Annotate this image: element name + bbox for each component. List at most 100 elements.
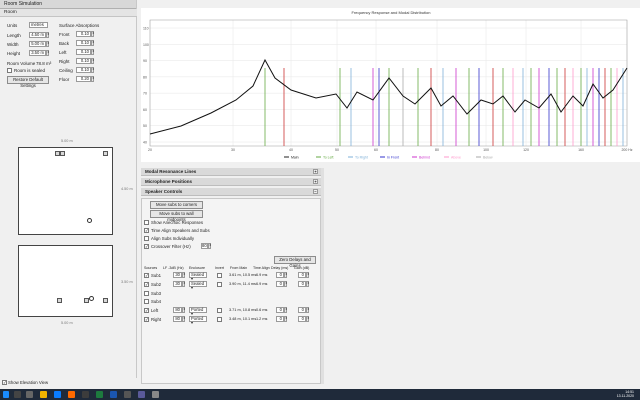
delay-stepper[interactable]: ⇕ — [284, 281, 288, 287]
lf-stepper[interactable]: ⇕ — [182, 316, 186, 322]
room-section-header[interactable]: Room — [0, 9, 137, 17]
file-explorer-icon[interactable] — [40, 391, 47, 398]
crossover-field[interactable]: 80 — [201, 243, 208, 249]
surface-stepper[interactable]: ⇕ — [91, 31, 95, 37]
sub-elev-1[interactable] — [57, 298, 62, 303]
lf-stepper[interactable]: ⇕ — [182, 272, 186, 278]
source-checkbox[interactable] — [144, 291, 149, 296]
invert-checkbox[interactable] — [217, 273, 222, 278]
invert-checkbox[interactable] — [217, 317, 222, 322]
lf-field[interactable]: 80 — [173, 307, 182, 313]
width-stepper[interactable]: ⇕ — [46, 41, 50, 47]
surface-stepper[interactable]: ⇕ — [91, 67, 95, 73]
anechoic-checkbox[interactable] — [144, 220, 149, 225]
room-elevation-view[interactable] — [18, 245, 113, 317]
surface-field-left[interactable]: 0.10 — [76, 49, 91, 55]
gain-stepper[interactable]: ⇕ — [306, 281, 310, 287]
invert-checkbox[interactable] — [217, 282, 222, 287]
source-checkbox[interactable] — [144, 282, 149, 287]
restore-defaults-button[interactable]: Restore Default Settings — [7, 76, 49, 88]
zero-delays-button[interactable]: Zero Delays and Gains — [274, 256, 316, 268]
collapse-icon[interactable]: − — [313, 189, 318, 194]
gain-field[interactable]: 0 — [298, 281, 306, 287]
modal-resonance-panel-header[interactable]: Modal Resonance Lines + — [141, 168, 321, 176]
gain-field[interactable]: 0 — [298, 272, 306, 278]
surface-field-ceiling[interactable]: 0.10 — [76, 67, 91, 73]
surface-field-front[interactable]: 0.10 — [76, 31, 91, 37]
start-icon[interactable] — [3, 391, 9, 398]
frequency-response-graph[interactable]: Frequency Response and Modal Distributio… — [141, 8, 640, 162]
delay-field[interactable]: 0 — [276, 272, 284, 278]
invert-checkbox[interactable] — [217, 308, 222, 313]
delay-stepper[interactable]: ⇕ — [284, 316, 288, 322]
lf-field[interactable]: 80 — [173, 316, 182, 322]
microphone-panel-header[interactable]: Microphone Positions + — [141, 178, 321, 186]
panel-scrollbar[interactable] — [321, 168, 324, 384]
delay-stepper[interactable]: ⇕ — [284, 307, 288, 313]
surface-stepper[interactable]: ⇕ — [91, 49, 95, 55]
show-elevation-checkbox[interactable] — [2, 380, 7, 385]
enclosure-select[interactable]: Ported ▾ — [189, 316, 207, 325]
delay-field[interactable]: 0 — [276, 316, 284, 322]
app-icon-3[interactable] — [152, 391, 159, 398]
room-sealed-checkbox[interactable] — [7, 68, 12, 73]
lf-stepper[interactable]: ⇕ — [182, 281, 186, 287]
firefox-icon[interactable] — [68, 391, 75, 398]
excel-icon[interactable] — [96, 391, 103, 398]
source-checkbox[interactable] — [144, 317, 149, 322]
word-icon[interactable] — [110, 391, 117, 398]
edge-icon[interactable] — [54, 391, 61, 398]
crossover-checkbox[interactable] — [144, 244, 149, 249]
move-subs-midpoints-button[interactable]: Move subs to wall midpoints — [150, 210, 203, 222]
clock[interactable]: 14:51 13.11.2020 — [617, 390, 634, 398]
length-field[interactable]: 4.50 m — [29, 32, 46, 38]
lf-field[interactable]: 30 — [173, 281, 182, 287]
surface-field-floor[interactable]: 0.20 — [76, 76, 91, 82]
app-icon-2[interactable] — [124, 391, 131, 398]
gain-field[interactable]: 0 — [298, 307, 306, 313]
lf-stepper[interactable]: ⇕ — [182, 307, 186, 313]
app-icon[interactable] — [82, 391, 89, 398]
source-checkbox[interactable] — [144, 299, 149, 304]
room-plan-view[interactable] — [18, 147, 113, 235]
sub-elev-3[interactable] — [103, 298, 108, 303]
width-field[interactable]: 5.00 m — [29, 41, 46, 47]
delay-field[interactable]: 0 — [276, 307, 284, 313]
height-field[interactable]: 3.50 m — [29, 50, 46, 56]
time-align-checkbox[interactable] — [144, 228, 149, 233]
left-speaker[interactable] — [60, 151, 65, 156]
source-checkbox[interactable] — [144, 308, 149, 313]
source-checkbox[interactable] — [144, 273, 149, 278]
surface-stepper[interactable]: ⇕ — [91, 40, 95, 46]
expand-icon[interactable]: + — [313, 179, 318, 184]
crossover-stepper[interactable]: ⇕ — [208, 243, 212, 249]
gain-field[interactable]: 0 — [298, 316, 306, 322]
surface-field-back[interactable]: 0.10 — [76, 40, 91, 46]
surface-stepper[interactable]: ⇕ — [91, 76, 95, 82]
height-stepper[interactable]: ⇕ — [46, 50, 50, 56]
expand-icon[interactable]: + — [313, 169, 318, 174]
from-main-value: 3.71 m, 10.8 ms — [229, 308, 257, 312]
enclosure-select[interactable]: Sealed ▾ — [189, 281, 207, 290]
room-sim-icon[interactable] — [138, 391, 145, 398]
listener-mic-icon[interactable] — [87, 218, 92, 223]
units-select[interactable]: metres — [29, 22, 48, 28]
align-individually-checkbox[interactable] — [144, 236, 149, 241]
surface-stepper[interactable]: ⇕ — [91, 58, 95, 64]
search-icon[interactable] — [14, 391, 21, 398]
gain-stepper[interactable]: ⇕ — [306, 316, 310, 322]
move-subs-corners-button[interactable]: Move subs to corners — [150, 201, 203, 209]
lf-field[interactable]: 30 — [173, 272, 182, 278]
enclosure-select[interactable]: Sealed ▾ — [189, 272, 207, 281]
length-stepper[interactable]: ⇕ — [46, 32, 50, 38]
enclosure-select[interactable]: Ported ▾ — [189, 307, 207, 316]
listener-elev-icon[interactable] — [89, 296, 94, 301]
delay-field[interactable]: 0 — [276, 281, 284, 287]
gain-stepper[interactable]: ⇕ — [306, 272, 310, 278]
surface-field-right[interactable]: 0.10 — [76, 58, 91, 64]
gain-stepper[interactable]: ⇕ — [306, 307, 310, 313]
right-speaker[interactable] — [103, 151, 108, 156]
task-view-icon[interactable] — [26, 391, 33, 398]
delay-stepper[interactable]: ⇕ — [284, 272, 288, 278]
speaker-panel-header[interactable]: Speaker Controls − — [141, 188, 321, 196]
